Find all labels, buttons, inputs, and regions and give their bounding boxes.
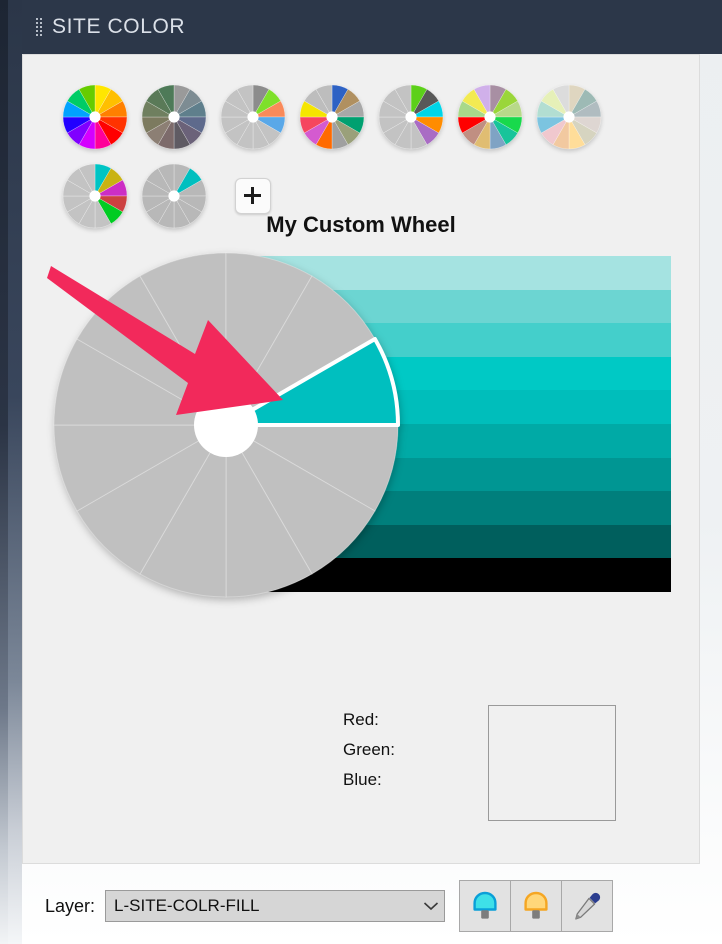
panel-body: My Custom Wheel Red: Green: Blue: Layer:… bbox=[22, 54, 722, 944]
preset-wheel-hub bbox=[88, 110, 101, 123]
lightbulb-amber-icon bbox=[521, 890, 551, 922]
add-wheel-button[interactable] bbox=[234, 177, 271, 214]
preset-wheel-4[interactable] bbox=[299, 84, 365, 150]
host-app-left-edge bbox=[0, 0, 22, 944]
preset-wheel-3[interactable] bbox=[220, 84, 286, 150]
site-color-panel: SITE COLOR My Custom Wheel Red: Green: B… bbox=[22, 0, 722, 944]
blue-label: Blue: bbox=[343, 770, 382, 789]
chevron-down-icon bbox=[418, 901, 444, 911]
bulb-on-cyan-button[interactable] bbox=[459, 880, 512, 932]
plus-icon bbox=[244, 187, 261, 204]
preset-wheel-slot bbox=[450, 77, 529, 156]
preset-wheel-7[interactable] bbox=[536, 84, 602, 150]
lightbulb-cyan-icon bbox=[470, 890, 500, 922]
bulb-off-amber-button[interactable] bbox=[510, 880, 563, 932]
preset-wheel-hub bbox=[404, 110, 417, 123]
red-label: Red: bbox=[343, 710, 379, 729]
preset-wheel-hub bbox=[562, 110, 575, 123]
preset-wheel-hub bbox=[88, 189, 101, 202]
drag-grip-icon[interactable] bbox=[36, 14, 42, 40]
panel-header: SITE COLOR bbox=[22, 0, 722, 54]
preset-wheel-hub bbox=[483, 110, 496, 123]
preset-wheel-hub bbox=[246, 110, 259, 123]
wheel-hub[interactable] bbox=[194, 393, 258, 457]
color-preview-swatch bbox=[488, 705, 616, 821]
preset-wheel-hub bbox=[325, 110, 338, 123]
application-window: SITE COLOR My Custom Wheel Red: Green: B… bbox=[0, 0, 722, 944]
host-app-edge-stripe bbox=[0, 0, 8, 944]
eyedropper-button[interactable] bbox=[561, 880, 614, 932]
preset-wheel-5[interactable] bbox=[378, 84, 444, 150]
preset-wheel-6[interactable] bbox=[457, 84, 523, 150]
preset-wheel-1[interactable] bbox=[62, 84, 128, 150]
wheel-stage bbox=[23, 250, 701, 620]
green-label: Green: bbox=[343, 740, 395, 759]
preset-wheel-hub bbox=[167, 189, 180, 202]
preset-wheel-slot bbox=[134, 77, 213, 156]
layer-select[interactable]: L-SITE-COLR-FILL bbox=[105, 890, 446, 922]
panel-title: SITE COLOR bbox=[52, 15, 186, 38]
preset-wheel-slot bbox=[55, 77, 134, 156]
bottom-toolbar: Layer: L-SITE-COLR-FILL bbox=[23, 875, 701, 937]
layer-select-value: L-SITE-COLR-FILL bbox=[114, 896, 260, 915]
tool-button-group bbox=[459, 880, 614, 932]
preset-wheel-2[interactable] bbox=[141, 84, 207, 150]
preset-wheel-slot bbox=[371, 77, 450, 156]
panel-content-card: My Custom Wheel Red: Green: Blue: Layer:… bbox=[22, 54, 701, 932]
layer-label: Layer: bbox=[45, 895, 96, 916]
eyedropper-icon bbox=[571, 890, 603, 922]
preset-wheel-slot bbox=[529, 77, 608, 156]
preset-wheel-slot bbox=[292, 77, 371, 156]
preset-wheel-slot bbox=[213, 77, 292, 156]
custom-color-wheel[interactable] bbox=[51, 250, 401, 600]
preset-wheel-hub bbox=[167, 110, 180, 123]
custom-wheel-title: My Custom Wheel bbox=[266, 212, 456, 237]
